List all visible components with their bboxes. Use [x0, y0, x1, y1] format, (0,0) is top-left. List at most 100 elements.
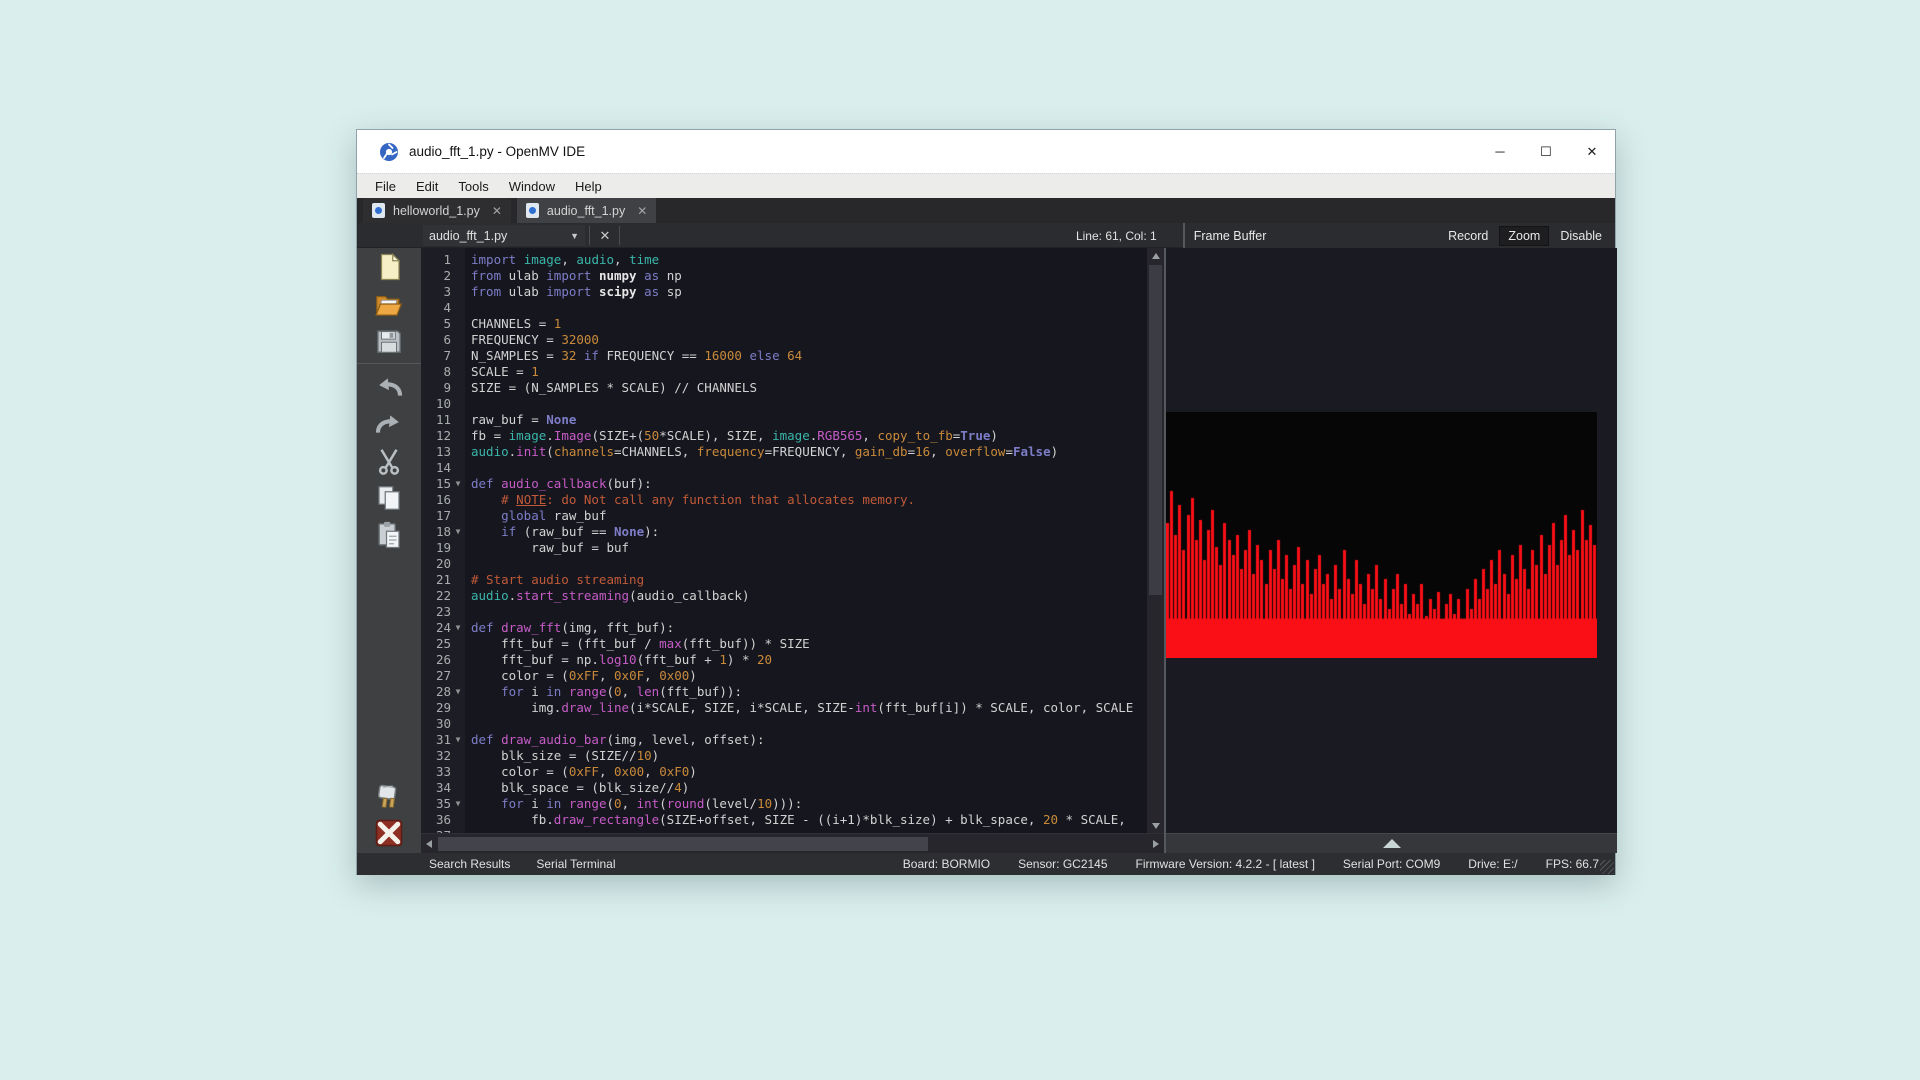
- fold-marker-icon[interactable]: ▼: [451, 684, 465, 700]
- fold-marker-icon[interactable]: ▼: [451, 796, 465, 812]
- connect-icon[interactable]: [357, 777, 421, 814]
- maximize-button[interactable]: ☐: [1523, 130, 1569, 173]
- code-token: [561, 796, 569, 811]
- code-token: ,: [862, 428, 877, 443]
- fold-spacer: [451, 460, 465, 476]
- copy-icon[interactable]: [357, 479, 421, 516]
- python-file-icon: [526, 203, 539, 218]
- code-text: fft_buf = np.log10(fft_buf + 1) * 20: [465, 652, 772, 668]
- fold-spacer: [451, 716, 465, 732]
- code-token: ))):: [772, 796, 802, 811]
- line-number: 8: [421, 364, 451, 380]
- code-token: i: [524, 796, 547, 811]
- code-line: 10: [421, 396, 1147, 412]
- code-line: 28▼ for i in range(0, len(fft_buf)):: [421, 684, 1147, 700]
- line-number: 16: [421, 492, 451, 508]
- menu-item-help[interactable]: Help: [565, 176, 612, 197]
- code-token: from: [471, 284, 501, 299]
- framebuffer-header: Frame Buffer RecordZoomDisable: [1183, 223, 1615, 248]
- menu-item-edit[interactable]: Edit: [406, 176, 448, 197]
- code-line: 11raw_buf = None: [421, 412, 1147, 428]
- statusbar-toggle-search-results[interactable]: Search Results: [429, 857, 510, 871]
- paste-icon[interactable]: [357, 516, 421, 553]
- tab-close-icon[interactable]: ✕: [637, 204, 647, 218]
- tab-audio_fft_1.py[interactable]: audio_fft_1.py✕: [517, 198, 656, 223]
- menu-item-file[interactable]: File: [365, 176, 406, 197]
- line-number: 31: [421, 732, 451, 748]
- status-bar: Search ResultsSerial Terminal Board: BOR…: [357, 853, 1615, 875]
- editor-vertical-scrollbar[interactable]: [1147, 248, 1164, 833]
- code-token: (img, fft_buf):: [561, 620, 674, 635]
- statusbar-toggle-serial-terminal[interactable]: Serial Terminal: [536, 857, 615, 871]
- open-file-icon[interactable]: [357, 285, 421, 322]
- minimize-button[interactable]: ─: [1477, 130, 1523, 173]
- redo-icon[interactable]: [357, 405, 421, 442]
- scroll-down-arrow-icon[interactable]: [1147, 818, 1164, 833]
- status-firmwareversion: Firmware Version: 4.2.2 - [ latest ]: [1136, 857, 1315, 871]
- menu-item-tools[interactable]: Tools: [448, 176, 498, 197]
- horizontal-scroll-thumb[interactable]: [438, 837, 928, 851]
- code-text: global raw_buf: [465, 508, 606, 524]
- code-token: (fft_buf[i]) * SCALE, color, SCALE: [877, 700, 1133, 715]
- code-token: Image: [554, 428, 592, 443]
- framebuffer-zoom-button[interactable]: Zoom: [1499, 226, 1549, 246]
- line-number: 29: [421, 700, 451, 716]
- tab-bar: helloworld_1.py✕audio_fft_1.py✕: [357, 198, 1615, 223]
- main-area: 1import image, audio, time2from ulab imp…: [357, 248, 1615, 853]
- scroll-up-arrow-icon[interactable]: [1147, 248, 1164, 263]
- fold-marker-icon[interactable]: ▼: [451, 476, 465, 492]
- close-file-button[interactable]: ✕: [595, 225, 615, 246]
- code-token: .: [546, 428, 554, 443]
- line-number: 26: [421, 652, 451, 668]
- fold-spacer: [451, 444, 465, 460]
- code-token: [591, 268, 599, 283]
- fold-marker-icon[interactable]: ▼: [451, 732, 465, 748]
- code-text: fb.draw_rectangle(SIZE+offset, SIZE - ((…: [465, 812, 1126, 828]
- fold-marker-icon[interactable]: ▼: [451, 524, 465, 540]
- code-token: audio: [471, 444, 509, 459]
- code-token: image: [509, 428, 547, 443]
- code-line: 14: [421, 460, 1147, 476]
- cut-icon[interactable]: [357, 442, 421, 479]
- fold-spacer: [451, 572, 465, 588]
- new-file-icon[interactable]: [357, 248, 421, 285]
- code-token: [471, 492, 501, 507]
- tab-helloworld_1.py[interactable]: helloworld_1.py✕: [363, 198, 511, 223]
- code-token: audio_callback: [501, 476, 606, 491]
- open-file-dropdown[interactable]: audio_fft_1.py ▼: [423, 225, 585, 246]
- scroll-left-arrow-icon[interactable]: [421, 834, 437, 854]
- stop-icon[interactable]: [357, 814, 421, 851]
- vertical-scroll-thumb[interactable]: [1149, 265, 1162, 595]
- open-file-dropdown-value: audio_fft_1.py: [429, 229, 507, 243]
- resize-grip[interactable]: [1600, 860, 1614, 874]
- code-token: ,: [622, 684, 637, 699]
- code-token: audio: [576, 252, 614, 267]
- line-number: 19: [421, 540, 451, 556]
- undo-icon[interactable]: [357, 368, 421, 405]
- scroll-right-arrow-icon[interactable]: [1148, 834, 1164, 854]
- code-token: fft_buf = (fft_buf /: [471, 636, 659, 651]
- framebuffer-disable-button[interactable]: Disable: [1551, 226, 1611, 246]
- code-token: (SIZE+offset, SIZE - ((i+1)*blk_size) + …: [659, 812, 1043, 827]
- framebuffer-record-button[interactable]: Record: [1439, 226, 1497, 246]
- code-token: ,: [622, 796, 637, 811]
- close-button[interactable]: ✕: [1569, 130, 1615, 173]
- code-token: 0xFF: [569, 764, 599, 779]
- code-token: else: [742, 348, 787, 363]
- code-line: 6FREQUENCY = 32000: [421, 332, 1147, 348]
- fold-spacer: [451, 300, 465, 316]
- openmv-ide-window: audio_fft_1.py - OpenMV IDE ─ ☐ ✕ FileEd…: [356, 129, 1616, 875]
- save-file-icon[interactable]: [357, 322, 421, 359]
- tab-close-icon[interactable]: ✕: [492, 204, 502, 218]
- code-editor[interactable]: 1import image, audio, time2from ulab imp…: [421, 248, 1164, 853]
- editor-horizontal-scrollbar[interactable]: [421, 833, 1164, 853]
- code-token: 1: [554, 316, 562, 331]
- code-text: import image, audio, time: [465, 252, 659, 268]
- code-token: 1: [531, 364, 539, 379]
- code-view[interactable]: 1import image, audio, time2from ulab imp…: [421, 248, 1147, 833]
- code-text: # Start audio streaming: [465, 572, 644, 588]
- menu-item-window[interactable]: Window: [499, 176, 565, 197]
- code-token: =: [908, 444, 916, 459]
- expand-up-arrow-icon[interactable]: [1383, 839, 1401, 848]
- fold-marker-icon[interactable]: ▼: [451, 620, 465, 636]
